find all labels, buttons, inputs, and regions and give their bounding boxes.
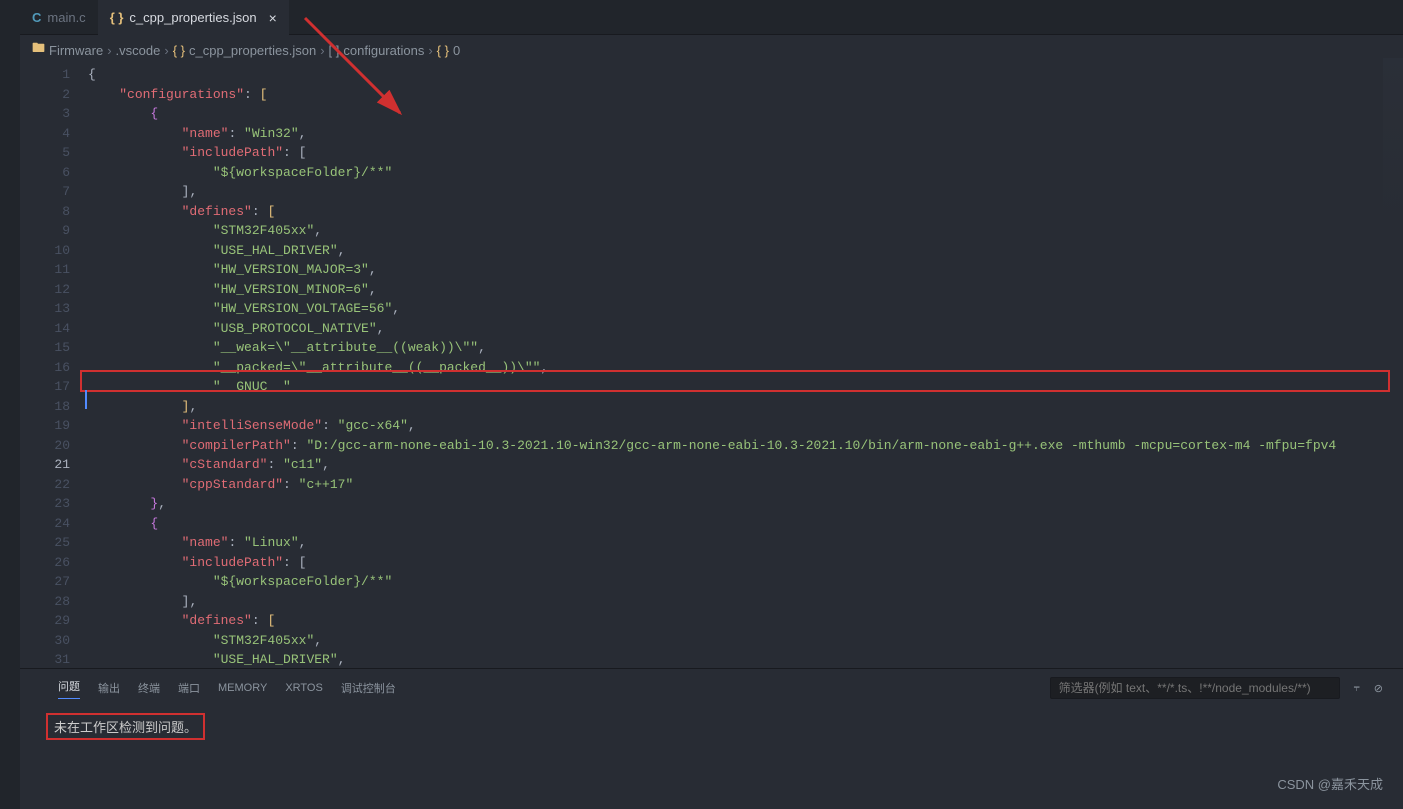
activity-bar[interactable]	[0, 0, 20, 809]
chevron-right-icon: ›	[107, 43, 111, 58]
folder-icon: 🖿	[32, 39, 45, 61]
panel-tab-problems[interactable]: 问题	[58, 678, 80, 699]
panel-tab-output[interactable]: 输出	[98, 680, 120, 696]
bottom-panel: 问题 输出 终端 端口 MEMORY XRTOS 调试控制台 ⫧ ⊘ 未在工作区…	[20, 668, 1403, 808]
panel-tab-terminal[interactable]: 终端	[138, 680, 160, 696]
cursor-indicator	[85, 390, 87, 409]
panel-tab-memory[interactable]: MEMORY	[218, 682, 267, 694]
code-content[interactable]: { "configurations": [ { "name": "Win32",…	[88, 65, 1403, 668]
tab-c-cpp-properties[interactable]: { } c_cpp_properties.json ×	[98, 0, 289, 35]
close-icon[interactable]: ×	[269, 10, 277, 26]
breadcrumb[interactable]: 🖿 Firmware › .vscode › { } c_cpp_propert…	[20, 35, 1403, 65]
chevron-right-icon: ›	[428, 43, 432, 58]
breadcrumb-item[interactable]: .vscode	[116, 43, 161, 58]
line-number-gutter: 1234567891011121314151617181920212223242…	[20, 65, 88, 668]
panel-tab-ports[interactable]: 端口	[178, 680, 200, 696]
json-file-icon: { }	[110, 10, 124, 25]
tab-label: c_cpp_properties.json	[129, 10, 256, 25]
json-file-icon: { }	[173, 43, 185, 58]
tab-main-c[interactable]: C main.c	[20, 0, 98, 35]
filter-input[interactable]	[1050, 677, 1340, 699]
breadcrumb-item[interactable]: configurations	[343, 43, 424, 58]
breadcrumb-item[interactable]: c_cpp_properties.json	[189, 43, 316, 58]
breadcrumb-item[interactable]: Firmware	[49, 43, 103, 58]
editor[interactable]: 1234567891011121314151617181920212223242…	[20, 65, 1403, 668]
editor-tabs: C main.c { } c_cpp_properties.json ×	[20, 0, 1403, 35]
tab-label: main.c	[47, 10, 85, 25]
problems-message: 未在工作区检测到问题。	[46, 713, 205, 740]
panel-tabs: 问题 输出 终端 端口 MEMORY XRTOS 调试控制台 ⫧ ⊘	[20, 669, 1403, 707]
array-icon: [ ]	[329, 43, 340, 58]
breadcrumb-item[interactable]: 0	[453, 43, 460, 58]
object-icon: { }	[437, 43, 449, 58]
chevron-right-icon: ›	[320, 43, 324, 58]
c-file-icon: C	[32, 10, 41, 25]
minimap[interactable]	[1383, 58, 1403, 238]
filter-icon[interactable]: ⫧	[1354, 682, 1360, 695]
panel-tab-xrtos[interactable]: XRTOS	[285, 682, 323, 694]
clear-icon[interactable]: ⊘	[1374, 682, 1383, 695]
chevron-right-icon: ›	[164, 43, 168, 58]
watermark: CSDN @嘉禾天成	[1277, 774, 1383, 793]
panel-tab-debug-console[interactable]: 调试控制台	[341, 680, 396, 696]
